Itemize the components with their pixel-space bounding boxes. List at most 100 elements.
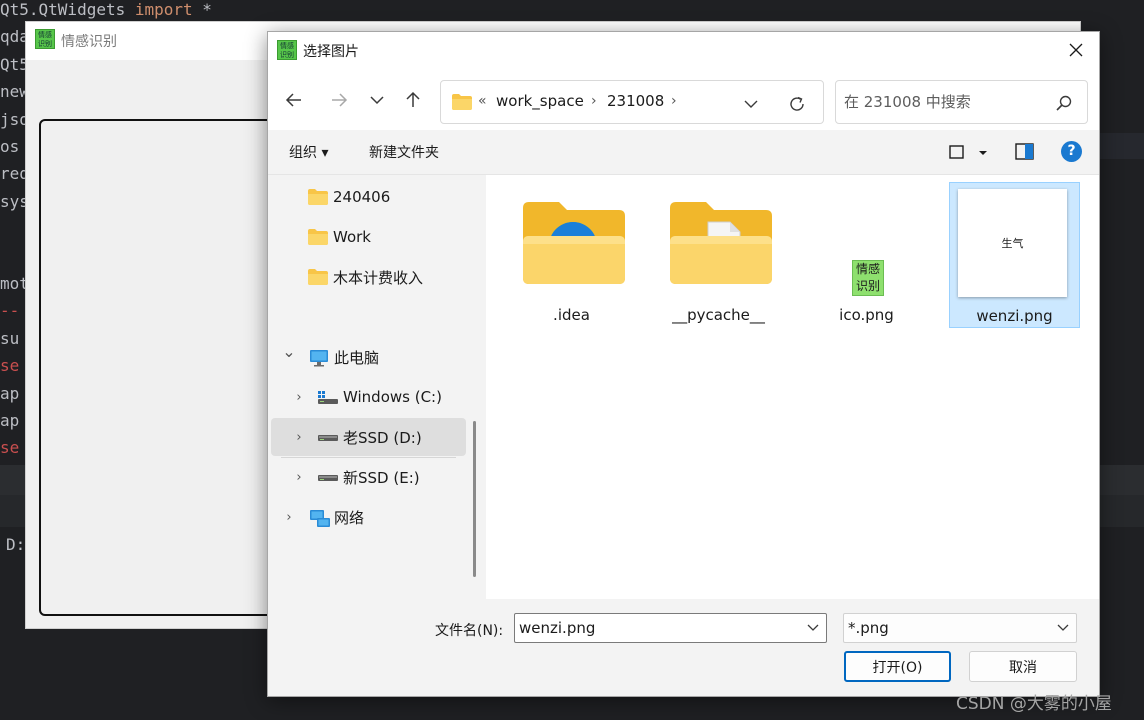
- chevron-down-icon[interactable]: ⌄: [282, 342, 296, 361]
- forward-button[interactable]: [325, 86, 353, 114]
- cancel-button[interactable]: 取消: [969, 651, 1077, 682]
- navigation-pane: 240406 Work 木本计费收入 ⌄ 此电脑 › Windows (C:) › 老SSD (…: [268, 175, 478, 599]
- breadcrumb-overflow[interactable]: «: [478, 93, 487, 109]
- search-box[interactable]: [835, 80, 1088, 124]
- view-icon: [949, 145, 987, 159]
- file-open-dialog: 情感识别 选择图片 « work_space › 231008 › 在 2310…: [267, 31, 1100, 697]
- refresh-icon: [790, 96, 804, 111]
- arrow-up-icon: [406, 91, 420, 107]
- file-name: wenzi.png: [976, 307, 1053, 325]
- dialog-title: 选择图片: [303, 44, 359, 60]
- code-line: su: [0, 329, 19, 356]
- preview-pane-button[interactable]: [1015, 142, 1035, 162]
- code-text: se: [0, 438, 20, 458]
- file-item[interactable]: __pycache__: [653, 182, 784, 328]
- watermark: CSDN @大雾的小屋: [956, 694, 1112, 714]
- dialog-footer: 文件名(N): *.png 打开(O) 取消: [268, 599, 1099, 696]
- tree-item-ssd-d[interactable]: › 老SSD (D:): [271, 418, 466, 456]
- network-icon: [309, 509, 330, 527]
- filename-label: 文件名(N):: [435, 623, 504, 639]
- tree-item-240406[interactable]: 240406: [271, 178, 466, 216]
- refresh-button[interactable]: [783, 91, 811, 117]
- file-item[interactable]: 生气 wenzi.png: [949, 182, 1080, 328]
- tree-item-label: Windows (C:): [343, 388, 442, 406]
- address-history-dropdown[interactable]: [737, 93, 765, 115]
- code-text: *: [192, 0, 212, 19]
- file-item[interactable]: 情感识别 ico.png: [801, 182, 932, 328]
- code-line: --: [0, 301, 19, 328]
- breadcrumb-231008[interactable]: 231008: [607, 92, 664, 110]
- arrow-left-icon: [285, 93, 301, 107]
- tree-item-label: Work: [333, 228, 371, 246]
- back-button[interactable]: [280, 86, 308, 114]
- chevron-down-icon[interactable]: [806, 620, 820, 634]
- code-text: os: [0, 137, 20, 156]
- code-line: se: [0, 356, 19, 383]
- chevron-down-icon: [370, 96, 384, 105]
- address-bar[interactable]: « work_space › 231008 ›: [440, 80, 824, 124]
- folder-icon: [308, 269, 328, 285]
- navigation-bar: « work_space › 231008 ›: [268, 68, 1099, 130]
- folder-icon: [521, 200, 627, 290]
- arrow-right-icon: [332, 93, 348, 107]
- up-button[interactable]: [399, 86, 427, 114]
- image-display-frame: [39, 119, 299, 616]
- chevron-right-icon[interactable]: ›: [292, 390, 306, 405]
- code-text: se: [0, 356, 20, 376]
- code-line: se: [0, 438, 19, 465]
- computer-icon: [309, 349, 329, 367]
- filename-combobox[interactable]: [514, 613, 827, 643]
- qt-window-title: 情感识别: [61, 34, 117, 50]
- chevron-down-icon: [1057, 624, 1069, 631]
- tree-item-label: 240406: [333, 188, 391, 206]
- filetype-select[interactable]: *.png: [843, 613, 1077, 643]
- breadcrumb-work-space[interactable]: work_space: [496, 92, 584, 110]
- app-icon: 情感识别: [277, 40, 297, 60]
- new-folder-button[interactable]: 新建文件夹: [369, 142, 439, 162]
- breadcrumb-separator-icon[interactable]: ›: [591, 93, 597, 109]
- search-input[interactable]: [844, 93, 1044, 111]
- code-line: ap: [0, 384, 19, 411]
- preview-pane-icon: [1015, 143, 1034, 160]
- breadcrumb-separator-icon[interactable]: ›: [671, 93, 677, 109]
- code-line: os: [0, 137, 19, 164]
- drive-icon: [317, 429, 338, 445]
- tree-item[interactable]: 木本计费收入: [271, 258, 466, 296]
- tree-item[interactable]: ⌄ 此电脑: [271, 338, 466, 376]
- file-name: ico.png: [839, 306, 894, 324]
- code-text: ap: [0, 411, 20, 430]
- drive-windows-icon: [317, 389, 338, 405]
- organize-menu-button[interactable]: 组织 ▾: [289, 142, 328, 162]
- help-button[interactable]: ?: [1061, 141, 1082, 162]
- chevron-right-icon[interactable]: ›: [292, 430, 306, 445]
- change-view-button[interactable]: [948, 142, 992, 164]
- tree-item[interactable]: › 网络: [271, 498, 466, 536]
- tree-item-work[interactable]: Work: [271, 218, 466, 256]
- code-text: su: [0, 328, 20, 348]
- folder-icon: [452, 94, 472, 110]
- tree-item-label: 木本计费收入: [333, 268, 424, 287]
- chevron-down-icon: [744, 100, 758, 108]
- drive-icon: [317, 469, 338, 485]
- ide-terminal-text: D:: [6, 535, 26, 554]
- code-text: --: [0, 301, 20, 321]
- tree-item-label: 此电脑: [334, 348, 380, 367]
- chevron-right-icon[interactable]: ›: [282, 510, 296, 525]
- recent-locations-button[interactable]: [363, 86, 391, 114]
- folder-icon: [308, 229, 328, 245]
- nav-scrollbar-thumb[interactable]: [473, 421, 476, 577]
- close-button[interactable]: [1053, 32, 1099, 68]
- tree-item-ssd-e[interactable]: › 新SSD (E:): [271, 458, 466, 496]
- tree-item-windows-c[interactable]: › Windows (C:): [271, 378, 466, 416]
- search-icon: [1056, 95, 1072, 111]
- filename-input[interactable]: [519, 619, 799, 637]
- nav-divider: [281, 457, 456, 458]
- open-button[interactable]: 打开(O): [844, 651, 951, 682]
- code-text: Qt5.QtWidgets: [0, 0, 135, 19]
- chevron-right-icon[interactable]: ›: [292, 470, 306, 485]
- tree-item-label: 新SSD (E:): [343, 468, 420, 487]
- command-bar: 组织 ▾ 新建文件夹 ?: [268, 130, 1099, 175]
- dialog-titlebar: 情感识别 选择图片: [268, 32, 1099, 68]
- file-item[interactable]: .idea: [506, 182, 637, 328]
- file-name: __pycache__: [672, 306, 765, 324]
